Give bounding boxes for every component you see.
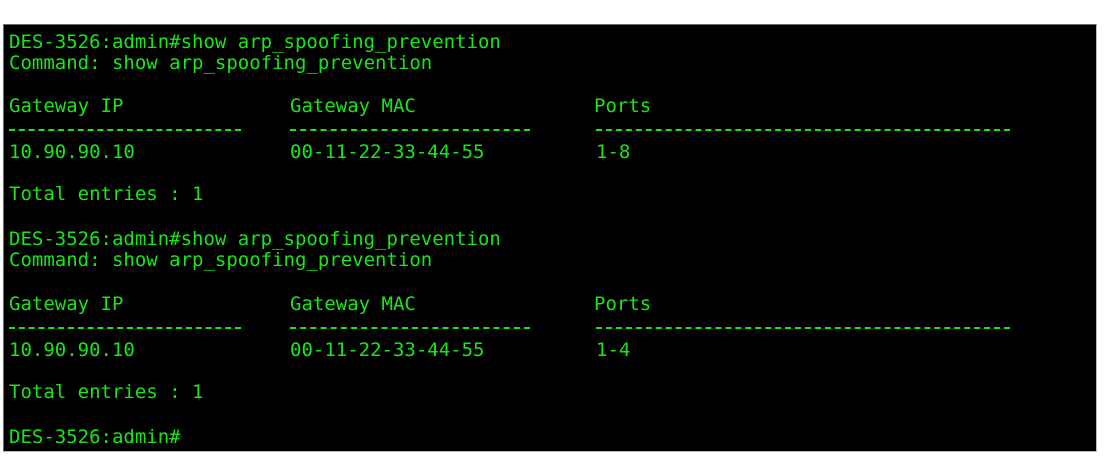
cell-gateway-mac: 00-11-22-33-44-55 [290,141,485,163]
terminal-window[interactable]: DES-3526:admin#show arp_spoofing_prevent… [3,24,1097,452]
total-entries-line: Total entries : 1 [9,381,204,403]
cell-ports: 1-4 [596,339,631,361]
cell-gateway-ip: 10.90.90.10 [9,141,135,163]
cell-gateway-ip: 10.90.90.10 [9,339,135,361]
separator-ports [596,327,1010,331]
command-echo-line: Command: show arp_spoofing_prevention [9,249,433,271]
separator-ip [9,129,241,133]
separator-ports [596,129,1010,133]
header-gateway-mac: Gateway MAC [290,95,416,117]
final-prompt[interactable]: DES-3526:admin# [9,426,181,448]
cell-ports: 1-8 [596,141,631,163]
prompt-command-line: DES-3526:admin#show arp_spoofing_prevent… [9,228,501,250]
header-ports: Ports [594,95,652,117]
prompt-command-line: DES-3526:admin#show arp_spoofing_prevent… [9,31,501,53]
header-ports: Ports [594,293,652,315]
header-gateway-ip: Gateway IP [9,293,124,315]
separator-mac [290,129,530,133]
command-echo-line: Command: show arp_spoofing_prevention [9,52,433,74]
header-gateway-ip: Gateway IP [9,95,124,117]
total-entries-line: Total entries : 1 [9,183,204,205]
separator-ip [9,327,241,331]
separator-mac [290,327,530,331]
cell-gateway-mac: 00-11-22-33-44-55 [290,339,485,361]
header-gateway-mac: Gateway MAC [290,293,416,315]
